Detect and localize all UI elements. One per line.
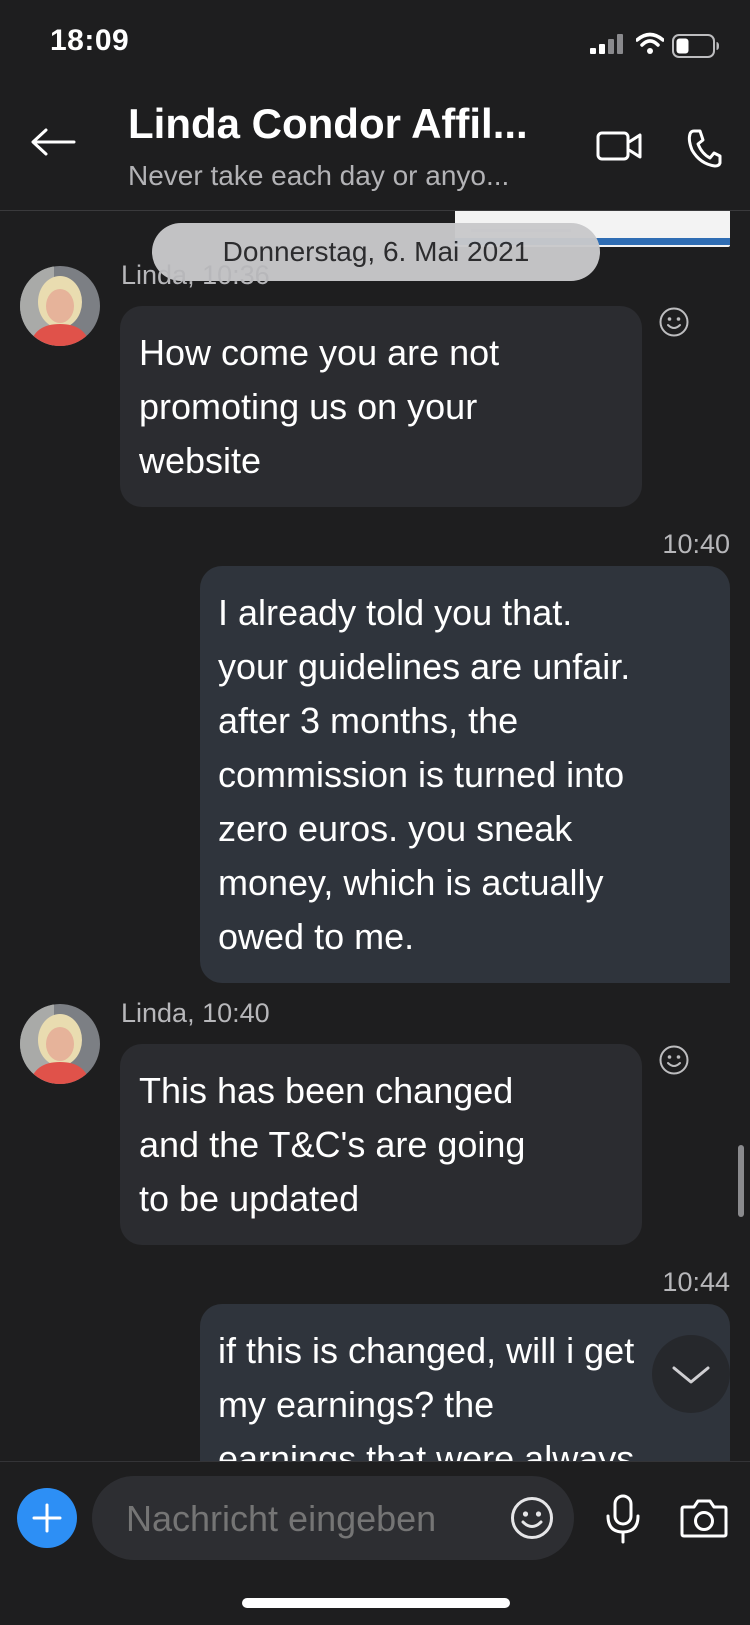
wifi-icon <box>636 32 664 54</box>
status-bar: 18:09 <box>0 0 750 92</box>
signal-icon <box>590 34 623 54</box>
chat-title[interactable]: Linda Condor Affil... <box>128 100 528 148</box>
avatar[interactable] <box>20 1004 100 1084</box>
message-line: your guidelines are unfair. <box>218 646 631 687</box>
message-line: after 3 months, the <box>218 700 519 741</box>
scroll-to-bottom-button[interactable] <box>652 1335 730 1413</box>
home-indicator <box>242 1598 510 1608</box>
message-line: This has been changed <box>139 1070 514 1111</box>
message-time: 10:44 <box>662 1267 730 1297</box>
message-input[interactable] <box>124 1497 498 1541</box>
message-bubble[interactable]: I already told you that. your guidelines… <box>200 566 730 983</box>
message-line: zero euros. you sneak <box>218 808 573 849</box>
message-line: website <box>139 440 262 481</box>
message-time: 10:40 <box>662 529 730 559</box>
back-arrow-icon[interactable] <box>30 127 76 157</box>
camera-icon[interactable] <box>680 1498 728 1538</box>
status-time: 18:09 <box>50 24 130 57</box>
message-bubble[interactable]: How come you are not promoting us on you… <box>120 306 642 507</box>
message-input-box[interactable] <box>92 1476 574 1560</box>
chat-subtitle[interactable]: Never take each day or anyo... <box>128 160 509 192</box>
message-list[interactable]: Donnerstag, 6. Mai 2021 Linda, 10:36 How… <box>0 211 750 1461</box>
add-content-button[interactable] <box>17 1488 77 1548</box>
avatar-photo <box>20 266 100 346</box>
message-bubble[interactable]: This has been changed and the T&C's are … <box>120 1044 642 1245</box>
message-line: owed to me. <box>218 916 415 957</box>
phone-call-icon[interactable] <box>686 128 722 168</box>
message-line: I already told you that. <box>218 592 573 633</box>
battery-icon <box>672 34 719 58</box>
message-line: money, which is actually <box>218 862 604 903</box>
message-line: commission is turned into <box>218 754 625 795</box>
chevron-down-icon <box>672 1366 710 1384</box>
message-line: to be updated <box>139 1178 360 1219</box>
avatar[interactable] <box>20 266 100 346</box>
message-line: promoting us on your <box>139 386 478 427</box>
scrollbar[interactable] <box>738 1145 744 1217</box>
sender-line: Linda, 10:36 <box>121 260 270 290</box>
message-line: and the T&C's are going <box>139 1124 526 1165</box>
message-bubble[interactable]: if this is changed, will i get my earnin… <box>200 1304 730 1461</box>
message-line: How come you are not <box>139 332 500 373</box>
video-call-icon[interactable] <box>596 130 642 162</box>
emoji-icon[interactable] <box>510 1496 554 1540</box>
message-line: my earnings? the <box>218 1384 495 1425</box>
sender-line: Linda, 10:40 <box>121 998 270 1028</box>
add-reaction-icon[interactable] <box>658 1044 690 1076</box>
avatar-photo <box>20 1004 100 1084</box>
microphone-icon[interactable] <box>604 1494 642 1544</box>
message-line: if this is changed, will i get <box>218 1330 635 1371</box>
add-reaction-icon[interactable] <box>658 306 690 338</box>
message-line: earnings that were always <box>218 1438 635 1461</box>
composer-bar <box>0 1461 750 1625</box>
chat-header: Linda Condor Affil... Never take each da… <box>0 92 750 211</box>
plus-icon <box>32 1503 62 1533</box>
